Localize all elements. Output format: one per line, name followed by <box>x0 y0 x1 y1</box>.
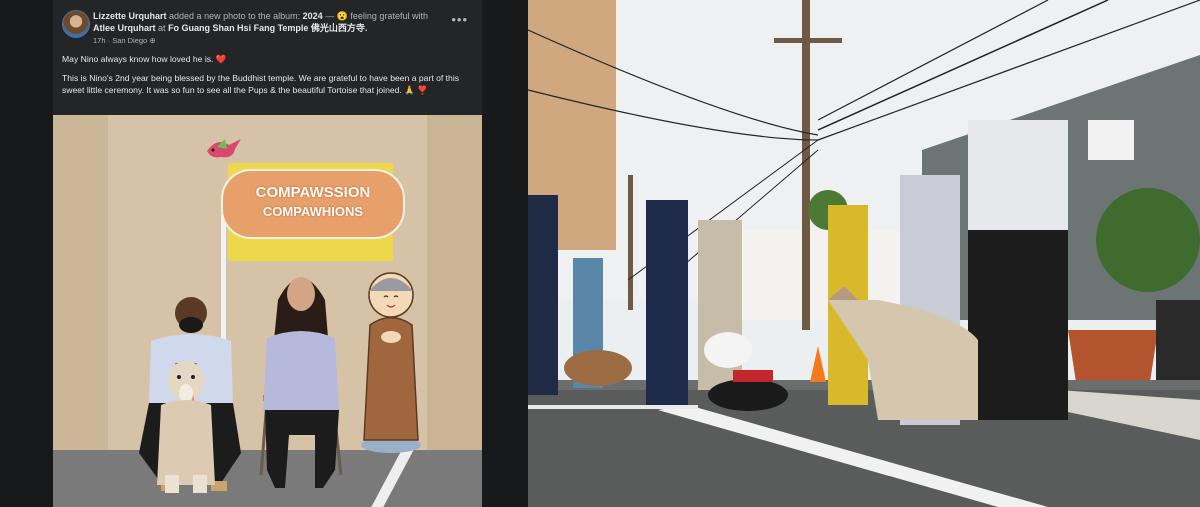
more-options-button[interactable]: ••• <box>451 12 468 27</box>
post-meta: 17h · San Diego ⊕ <box>93 36 156 45</box>
post-time[interactable]: 17h <box>93 36 106 45</box>
location-link[interactable]: Fo Guang Shan Hsi Fang Temple 佛光山西方寺. <box>168 23 367 33</box>
post-header-text: Lizzette Urquhart added a new photo to t… <box>93 10 449 34</box>
husky-dog <box>157 345 215 493</box>
sign-line-2: COMPAWHIONS <box>262 204 364 219</box>
post-place: San Diego <box>112 36 148 45</box>
sign-line-1: COMPAWSSION <box>255 184 371 201</box>
photo-wall-left <box>53 115 108 507</box>
author-name-link[interactable]: Lizzette Urquhart <box>93 11 167 21</box>
left-panel: Lizzette Urquhart added a new photo to t… <box>0 0 528 507</box>
woman-figure <box>263 277 339 488</box>
album-link[interactable]: 2024 <box>303 11 323 21</box>
caption-line-2: This is Nino's 2nd year being blessed by… <box>62 72 460 96</box>
monk-cutout <box>361 272 421 453</box>
post-header: Lizzette Urquhart added a new photo to t… <box>53 0 482 48</box>
author-avatar[interactable] <box>62 10 90 38</box>
photo-wall-right <box>427 115 482 507</box>
feeling-text: — 😮 feeling grateful with <box>325 11 428 21</box>
street-scene <box>528 0 1200 507</box>
sign-bone: COMPAWSSION COMPAWHIONS <box>221 169 405 239</box>
post-caption: May Nino always know how loved he is. ❤️… <box>62 53 472 103</box>
facebook-post: Lizzette Urquhart added a new photo to t… <box>53 0 482 507</box>
caption-line-1: May Nino always know how loved he is. ❤️ <box>62 54 227 64</box>
tagged-user-link[interactable]: Atlee Urquhart <box>93 23 156 33</box>
at-text: at <box>158 23 166 33</box>
street-photo[interactable] <box>528 0 1200 507</box>
globe-icon: ⊕ <box>149 36 156 45</box>
bird-cutout-icon <box>207 139 241 158</box>
post-photo[interactable]: COMPAWSSION COMPAWHIONS <box>53 115 482 507</box>
action-text: added a new photo to the album: <box>169 11 301 21</box>
